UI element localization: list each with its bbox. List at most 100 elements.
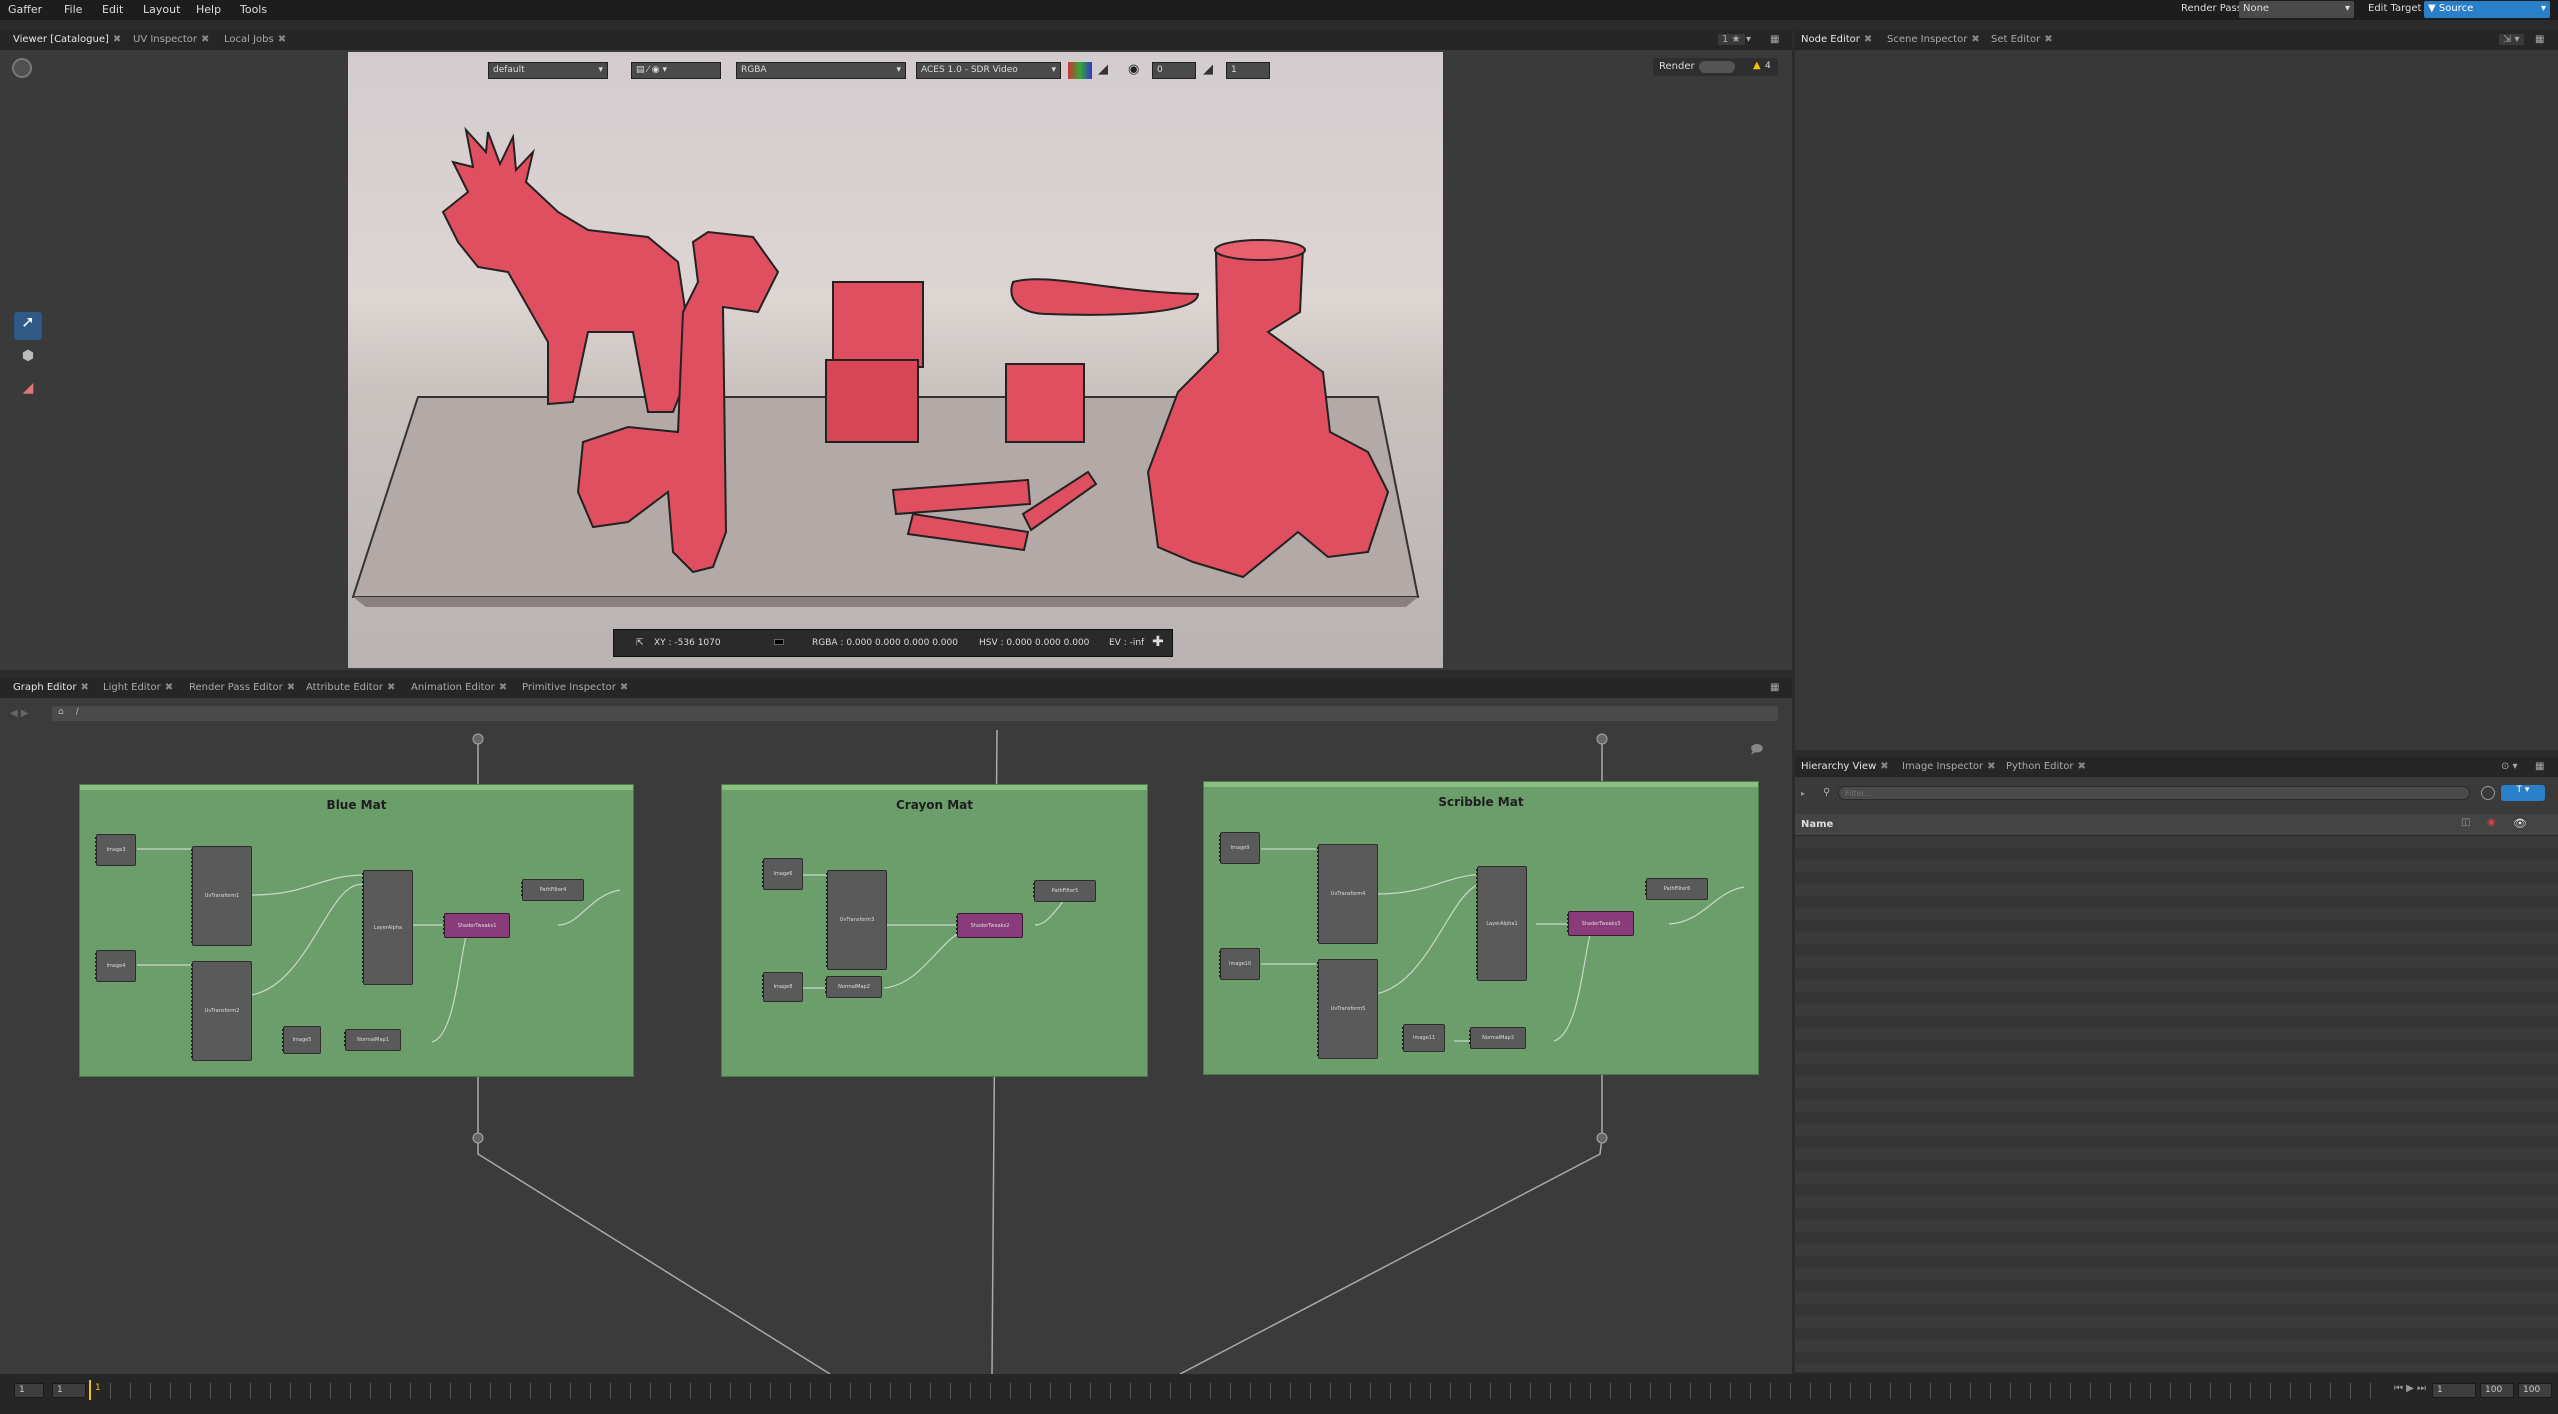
frame-field[interactable]: 1 [2432, 1383, 2476, 1398]
image-tools-group[interactable]: ▤ ⁄ ◉ ▾ [631, 62, 721, 79]
node-shadertweaks1[interactable]: ShaderTweaks1 [443, 913, 510, 938]
focus-icon[interactable]: ⊙ ▾ [2501, 761, 2518, 772]
start-frame-field[interactable]: 1 [14, 1383, 44, 1398]
node-layeralpha[interactable]: LayerAlpha [362, 870, 413, 985]
tab-local-jobs[interactable]: Local Jobs ✖ [224, 34, 286, 45]
close-icon[interactable]: ✖ [165, 682, 173, 693]
menu-help[interactable]: Help [196, 3, 221, 16]
gamma-field[interactable]: 1 [1226, 62, 1270, 79]
close-icon[interactable]: ✖ [2077, 761, 2085, 772]
render-visibility-icon[interactable]: ◉ [2487, 817, 2496, 828]
close-icon[interactable]: ✖ [278, 34, 286, 45]
node-shadertweaks3[interactable]: ShaderTweaks3 [1567, 911, 1634, 936]
close-icon[interactable]: ✖ [1971, 34, 1979, 45]
close-icon[interactable]: ✖ [1987, 761, 1995, 772]
timeline-slider[interactable] [90, 1383, 2390, 1399]
display-dropdown[interactable]: default ▾ [488, 62, 608, 79]
tab-set-editor[interactable]: Set Editor ✖ [1991, 34, 2053, 45]
node-uvtransform5[interactable]: UvTransform5 [1317, 959, 1378, 1059]
node-image10[interactable]: Image10 [1219, 948, 1260, 980]
tab-viewer[interactable]: Viewer [Catalogue] ✖ [13, 34, 121, 45]
node-image11[interactable]: Image11 [1402, 1024, 1445, 1052]
tab-node-editor[interactable]: Node Editor ✖ [1801, 34, 1872, 45]
menu-edit[interactable]: Edit [102, 3, 123, 16]
node-image9[interactable]: Image9 [1219, 832, 1260, 864]
end-frame-field[interactable]: 100 [2480, 1383, 2514, 1398]
warning-icon[interactable]: ▲ [1753, 60, 1761, 71]
render-toggle[interactable] [1699, 61, 1735, 73]
channel-swatch-icon[interactable] [1068, 62, 1092, 79]
filter-type-dropdown[interactable]: T ▾ [2501, 785, 2545, 801]
filter-input[interactable] [1838, 786, 2470, 800]
color-space-dropdown[interactable]: ACES 1.0 - SDR Video ▾ [916, 62, 1061, 79]
chevron-down-icon[interactable]: ▾ [1746, 34, 1751, 45]
menu-layout[interactable]: Layout [143, 3, 180, 16]
hierarchy-rows[interactable] [1795, 836, 2558, 1372]
backdrop-crayon-mat[interactable]: Crayon Mat [721, 784, 1148, 1077]
close-icon[interactable]: ✖ [113, 34, 121, 45]
gamma-icon[interactable]: ◢ [1203, 62, 1221, 79]
close-icon[interactable]: ✖ [620, 682, 628, 693]
playback-controls-icon[interactable]: ⏮ ▶ ⏭ [2394, 1383, 2426, 1394]
tab-primitive-inspector[interactable]: Primitive Inspector ✖ [522, 682, 628, 693]
menu-file[interactable]: File [64, 3, 82, 16]
add-icon[interactable]: ✚ [1152, 634, 1164, 650]
node-image6[interactable]: Image6 [762, 858, 803, 890]
close-icon[interactable]: ✖ [201, 34, 209, 45]
exposure-icon[interactable]: ◉ [1128, 62, 1146, 79]
current-frame-field[interactable]: 1 [52, 1383, 86, 1398]
close-icon[interactable]: ✖ [2044, 34, 2052, 45]
tab-hierarchy-view[interactable]: Hierarchy View ✖ [1801, 761, 1889, 772]
color-inspector-icon[interactable]: ◢ [14, 376, 42, 404]
panel-layout-icon[interactable]: ▦ [1770, 682, 1779, 693]
playhead[interactable] [89, 1380, 91, 1400]
node-image3[interactable]: Image3 [95, 834, 136, 866]
close-icon[interactable]: ✖ [80, 682, 88, 693]
node-normalmap1[interactable]: NormalMap1 [344, 1029, 401, 1051]
channels-dropdown[interactable]: RGBA ▾ [736, 62, 906, 79]
menu-tools[interactable]: Tools [240, 3, 267, 16]
node-pathfilter6[interactable]: PathFilter6 [1645, 878, 1708, 900]
close-icon[interactable]: ✖ [1880, 761, 1888, 772]
panel-layout-icon[interactable]: ▦ [2535, 34, 2544, 45]
panel-layout-icon[interactable]: ▦ [1770, 34, 1779, 45]
compare-icon[interactable]: ▤ ⁄ ◉ ▾ [636, 65, 667, 75]
node-editor-menu-icon[interactable]: ⇲ ▾ [2499, 34, 2524, 45]
node-uvtransform3[interactable]: UvTransform3 [826, 870, 887, 970]
clear-icon[interactable] [2481, 786, 2495, 800]
column-name[interactable]: Name [1801, 819, 1833, 830]
node-image5[interactable]: Image5 [282, 1026, 321, 1054]
tab-graph-editor[interactable]: Graph Editor ✖ [13, 682, 89, 693]
tab-animation-editor[interactable]: Animation Editor ✖ [411, 682, 507, 693]
tab-render-pass-editor[interactable]: Render Pass Editor ✖ [189, 682, 295, 693]
edit-target-dropdown[interactable]: ▼ Source ▾ [2424, 1, 2550, 18]
tab-python-editor[interactable]: Python Editor ✖ [2006, 761, 2086, 772]
node-uvtransform2[interactable]: UvTransform2 [191, 961, 252, 1061]
visibility-eye-icon[interactable]: 👁 [2513, 817, 2527, 830]
node-image8[interactable]: Image8 [762, 972, 803, 1002]
node-normalmap2[interactable]: NormalMap2 [825, 976, 882, 998]
exposure-field[interactable]: 0 [1152, 62, 1196, 79]
expand-icon[interactable]: ▸ [1801, 789, 1805, 798]
node-layeralpha1[interactable]: LayerAlpha1 [1476, 866, 1527, 981]
close-icon[interactable]: ✖ [1864, 34, 1872, 45]
node-uvtransform4[interactable]: UvTransform4 [1317, 844, 1378, 944]
viewer-image[interactable]: default ▾ ▤ ⁄ ◉ ▾ RGBA ▾ ACES 1.0 - SDR Vi… [348, 52, 1443, 668]
tab-scene-inspector[interactable]: Scene Inspector ✖ [1887, 34, 1980, 45]
tab-light-editor[interactable]: Light Editor ✖ [103, 682, 173, 693]
tab-attribute-editor[interactable]: Attribute Editor ✖ [306, 682, 395, 693]
node-image4[interactable]: Image4 [95, 950, 136, 982]
menu-gaffer[interactable]: Gaffer [8, 3, 42, 16]
tab-uv-inspector[interactable]: UV Inspector ✖ [133, 34, 209, 45]
tab-image-inspector[interactable]: Image Inspector ✖ [1902, 761, 1996, 772]
render-pass-dropdown[interactable]: None ▾ [2239, 1, 2354, 18]
set-membership-icon[interactable]: ◫ [2461, 817, 2470, 828]
node-shadertweaks2[interactable]: ShaderTweaks2 [956, 913, 1023, 938]
node-normalmap3[interactable]: NormalMap3 [1469, 1027, 1526, 1049]
close-icon[interactable]: ✖ [387, 682, 395, 693]
end-frame-field-2[interactable]: 100 [2518, 1383, 2552, 1398]
node-pathfilter5[interactable]: PathFilter5 [1033, 880, 1096, 902]
panel-layout-icon[interactable]: ▦ [2535, 761, 2544, 772]
close-icon[interactable]: ✖ [499, 682, 507, 693]
node-uvtransform1[interactable]: UvTransform1 [191, 846, 252, 946]
